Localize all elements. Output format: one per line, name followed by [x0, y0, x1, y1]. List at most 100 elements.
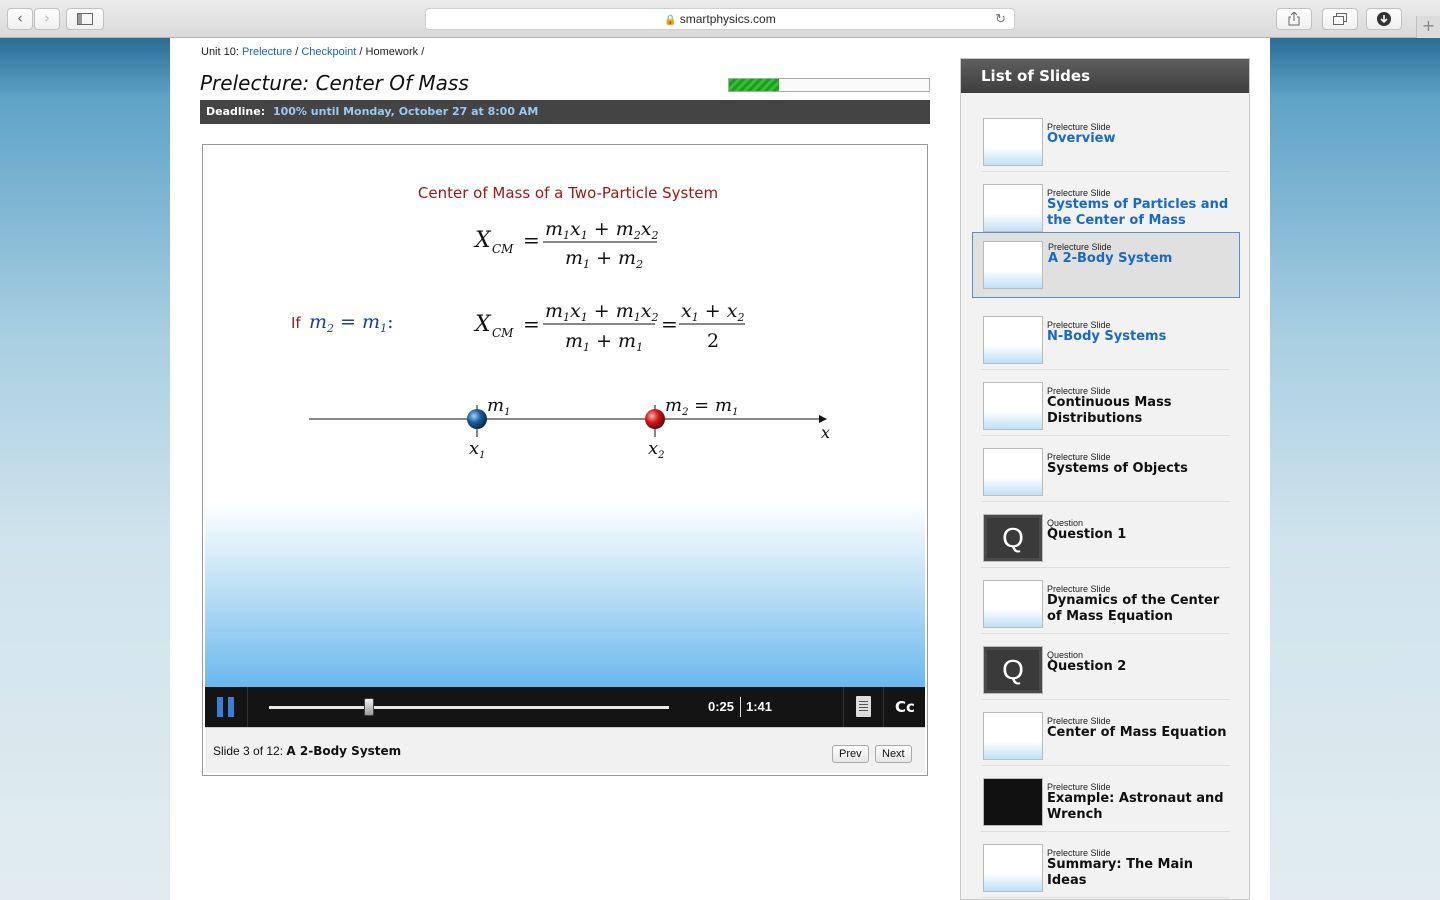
plus-icon: + — [1421, 16, 1436, 35]
browser-toolbar: ‹ › 🔒 smartphysics.com ↻ + — [0, 0, 1440, 38]
slide-list-item[interactable]: Prelecture Slide Systems of Objects — [981, 436, 1229, 502]
slide-list-item[interactable]: Prelecture Slide Summary: The Main Ideas — [981, 832, 1229, 898]
breadcrumb-separator: / — [295, 46, 299, 58]
slide-list-item[interactable]: Prelecture Slide Overview — [981, 106, 1229, 172]
slide-thumbnail — [983, 184, 1043, 232]
tabs-button[interactable] — [1322, 8, 1358, 30]
slide-thumbnail — [983, 118, 1043, 166]
slide-footer: Slide 3 of 12: A 2-Body System Prev Next — [205, 727, 925, 773]
chevron-left-icon: ‹ — [17, 9, 23, 27]
breadcrumb: Unit 10: Prelecture / Checkpoint / Homew… — [201, 46, 424, 58]
slide-heading: Center of Mass of a Two-Particle System — [418, 184, 718, 202]
transcript-icon[interactable] — [856, 696, 871, 717]
reload-icon[interactable]: ↻ — [995, 9, 1006, 29]
progress-bar — [728, 78, 930, 92]
prev-button[interactable]: Prev — [832, 745, 869, 763]
tabs-icon — [1333, 13, 1347, 25]
svg-text:X: X — [473, 228, 492, 253]
breadcrumb-checkpoint-link[interactable]: Checkpoint — [301, 46, 356, 58]
question-thumbnail: Q — [983, 514, 1043, 562]
slide-list-item[interactable]: Prelecture Slide Center of Mass Equation — [981, 700, 1229, 766]
next-button[interactable]: Next — [875, 745, 912, 763]
svg-text:m1x1 + m2x2: m1x1 + m2x2 — [545, 218, 659, 242]
axis-arrow — [819, 415, 827, 423]
breadcrumb-unit: Unit 10: — [201, 46, 239, 58]
svg-text:CM: CM — [492, 326, 514, 340]
address-bar[interactable]: 🔒 smartphysics.com ↻ — [425, 8, 1015, 30]
deadline-label: Deadline: — [206, 105, 266, 118]
slide-title-label: Center of Mass Equation — [1047, 725, 1227, 740]
slide-list-item[interactable]: Prelecture Slide N-Body Systems — [981, 304, 1229, 370]
svg-text:x1: x1 — [469, 438, 486, 461]
downloads-button[interactable] — [1366, 8, 1402, 30]
svg-text:=: = — [661, 312, 678, 336]
svg-text:X: X — [473, 312, 492, 337]
slide-list-panel: List of Slides Prelecture Slide Overview P… — [960, 58, 1250, 900]
svg-text:2: 2 — [707, 330, 719, 352]
breadcrumb-homework: Homework — [365, 46, 419, 58]
forward-button[interactable]: › — [34, 8, 60, 30]
slide-title-label: Summary: The Main Ideas — [1047, 857, 1193, 888]
question-icon: Q — [987, 650, 1039, 690]
svg-text:=: = — [523, 312, 540, 336]
seek-track[interactable] — [269, 706, 669, 709]
slide-title-label[interactable]: N-Body Systems — [1047, 329, 1233, 345]
slide-title-label: Systems of Objects — [1047, 461, 1188, 476]
svg-text:m1 + m2: m1 + m2 — [565, 247, 643, 271]
slide-thumbnail — [983, 241, 1043, 289]
axis-diagram: m1 m2 = m1 x1 x2 x — [309, 395, 830, 461]
slide-thumbnail — [983, 448, 1043, 496]
slide-name: A 2-Body System — [286, 744, 402, 758]
thumbnail-background — [984, 213, 1042, 231]
slide-title-label[interactable]: Overview — [1047, 131, 1233, 147]
slide-list-item[interactable]: Prelecture Slide Continuous Mass Distribu… — [981, 370, 1229, 436]
back-button[interactable]: ‹ — [7, 8, 33, 30]
slide-title-label: Question 1 — [1047, 527, 1127, 542]
slide-thumbnail — [983, 844, 1043, 892]
new-tab-button[interactable]: + — [1416, 16, 1440, 38]
seek-thumb[interactable] — [364, 698, 374, 716]
controls-divider — [843, 687, 844, 727]
slide-title-label[interactable]: Systems of Particles and the Center of M… — [1047, 197, 1233, 229]
axis-label: x — [821, 423, 830, 442]
slide-player: Center of Mass of a Two-Particle System … — [202, 144, 928, 776]
slide-list-item[interactable]: Prelecture Slide Example: Astronaut and W… — [981, 766, 1229, 832]
particle-2 — [645, 409, 665, 429]
url-text: smartphysics.com — [679, 12, 776, 26]
svg-text:x1 + x2: x1 + x2 — [681, 300, 744, 324]
svg-text:x2: x2 — [648, 438, 665, 461]
slide-list-item[interactable]: Prelecture Slide A 2-Body System — [972, 232, 1240, 298]
download-icon — [1377, 12, 1391, 26]
lock-icon: 🔒 — [664, 15, 677, 26]
slide-list-item[interactable]: Q Question Question 2 — [981, 634, 1229, 700]
thumbnail-background — [984, 345, 1042, 363]
pause-button[interactable] — [217, 697, 235, 717]
slide-list-item[interactable]: Prelecture Slide Systems of Particles and… — [981, 172, 1229, 238]
sidebar-toggle-button[interactable] — [66, 8, 104, 30]
question-icon: Q — [987, 518, 1039, 558]
breadcrumb-prelecture-link[interactable]: Prelecture — [242, 46, 292, 58]
closed-captions-button[interactable]: Cc — [895, 697, 915, 717]
slide-title-label[interactable]: A 2-Body System — [1048, 251, 1234, 267]
slide-thumbnail — [983, 580, 1043, 628]
thumbnail-background — [984, 411, 1042, 429]
slide-title-label: Continuous Mass Distributions — [1047, 395, 1172, 426]
share-button[interactable] — [1276, 8, 1312, 30]
main-content: Unit 10: Prelecture / Checkpoint / Homew… — [170, 38, 1270, 900]
slide-list-title: List of Slides — [961, 59, 1249, 93]
slide-list-item[interactable]: Prelecture Slide Dynamics of the Center o… — [981, 568, 1229, 634]
pause-icon — [217, 697, 223, 717]
time-separator — [740, 697, 741, 717]
equation-1: X CM = m1x1 + m2x2 m1 + m2 — [473, 218, 659, 271]
slide-list-item[interactable]: Q Question Question 1 — [981, 502, 1229, 568]
svg-text:=: = — [523, 228, 540, 252]
pause-icon-bar — [228, 697, 234, 717]
player-controls: 0:25 1:41 Cc — [205, 687, 925, 727]
equation-2: X CM = m1x1 + m1x2 m1 + m1 = x1 + x2 2 — [473, 300, 745, 354]
thumbnail-background — [984, 741, 1042, 759]
slide-canvas: Center of Mass of a Two-Particle System … — [205, 147, 925, 687]
progress-fill — [729, 79, 779, 91]
share-icon — [1288, 11, 1300, 26]
particle-1 — [467, 409, 487, 429]
slide-title-label: Dynamics of the Center of Mass Equation — [1047, 593, 1220, 624]
